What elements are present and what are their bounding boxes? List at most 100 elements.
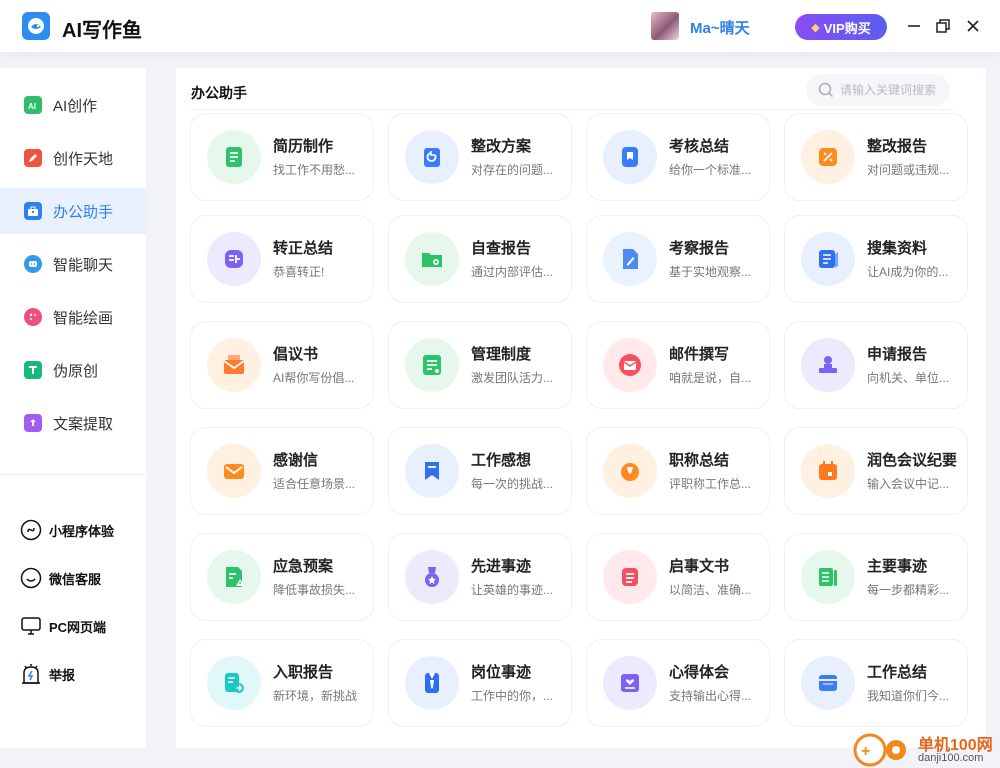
search-input[interactable] xyxy=(840,83,950,97)
notice-icon xyxy=(603,550,657,604)
tool-card-description: 激发团队活力... xyxy=(471,371,554,385)
sidebar-item-label: 伪原创 xyxy=(53,362,99,380)
tool-card[interactable]: 先进事迹 让英雄的事迹... xyxy=(388,533,572,621)
page-title: 办公助手 xyxy=(191,85,247,101)
mini-program-link[interactable]: 小程序体验 xyxy=(20,517,114,543)
main-deeds-icon xyxy=(801,550,855,604)
restore-icon xyxy=(936,19,950,33)
close-button[interactable] xyxy=(962,15,984,37)
proposal-icon xyxy=(207,338,261,392)
pc-web-link[interactable]: PC网页端 xyxy=(20,613,106,639)
assessment-icon xyxy=(603,130,657,184)
management-icon xyxy=(405,338,459,392)
tool-card[interactable]: 考核总结 给你一个标准... xyxy=(586,113,770,201)
tool-card[interactable]: 管理制度 激发团队活力... xyxy=(388,321,572,409)
tool-card[interactable]: 倡议书 AI帮你写份倡... xyxy=(190,321,374,409)
tool-card[interactable]: 自查报告 通过内部评估... xyxy=(388,215,572,303)
sidebar-item-label: AI创作 xyxy=(53,97,98,115)
sidebar-item-label: 办公助手 xyxy=(53,203,114,221)
sidebar-item-copy-extract[interactable]: 文案提取 xyxy=(0,400,146,446)
tool-card[interactable]: 心得体会支持输出心得... xyxy=(586,639,770,727)
tool-card[interactable]: 工作总结 我知道你们今... xyxy=(784,639,968,727)
tool-card-title: 搜集资料 xyxy=(867,240,928,257)
search-icon xyxy=(818,82,834,98)
tool-card[interactable]: 转正总结 恭喜转正! xyxy=(190,215,374,303)
sidebar-item-smart-chat[interactable]: 智能聊天 xyxy=(0,241,146,287)
tool-card-title: 整改报告 xyxy=(867,138,928,155)
experience-icon xyxy=(603,656,657,710)
report-link[interactable]: 举报 xyxy=(20,661,75,687)
collect-icon xyxy=(801,232,855,286)
tool-card[interactable]: 简历制作找工作不用愁... xyxy=(190,113,374,201)
tool-card-description: 让英雄的事迹... xyxy=(471,583,554,597)
monitor-icon xyxy=(20,615,42,637)
vip-purchase-label: VIP购买 xyxy=(823,20,871,36)
watermark: + 单机100网 danji100.com xyxy=(852,730,1000,768)
tool-card[interactable]: 职称总结 评职称工作总... xyxy=(586,427,770,515)
tool-card-title: 职称总结 xyxy=(669,452,730,469)
tool-card-description: 输入会议中记... xyxy=(867,477,950,491)
close-icon xyxy=(967,20,979,32)
application-icon xyxy=(801,338,855,392)
tool-card[interactable]: 岗位事迹 工作中的你，... xyxy=(388,639,572,727)
tool-card[interactable]: 感谢信 适合任意场景... xyxy=(190,427,374,515)
tool-card-title: 邮件撰写 xyxy=(669,346,730,363)
tool-card[interactable]: 润色会议纪要 输入会议中记... xyxy=(784,427,968,515)
email-icon xyxy=(603,338,657,392)
sidebar-item-creation-world[interactable]: 创作天地 xyxy=(0,135,146,181)
tool-card-title: 工作总结 xyxy=(867,664,928,681)
tool-card-description: 咱就是说，自... xyxy=(669,371,752,385)
title-summary-icon xyxy=(603,444,657,498)
tool-card-description: 支持输出心得... xyxy=(669,689,752,703)
tool-card-description: 以简洁、准确... xyxy=(669,583,752,597)
tool-card[interactable]: 考察报告 基于实地观察... xyxy=(586,215,770,303)
regularization-icon xyxy=(207,232,261,286)
tool-card-description: 基于实地观察... xyxy=(669,265,752,279)
report-icon xyxy=(20,663,42,685)
title-bar: AI写作鱼 Ma~晴天 ◆ VIP购买 xyxy=(0,0,1000,52)
advanced-deeds-icon xyxy=(405,550,459,604)
sidebar-item-office-assistant[interactable]: 办公助手 xyxy=(0,188,146,234)
tool-card-description: AI帮你写份倡... xyxy=(273,371,355,385)
tool-card[interactable]: 启事文书 以简洁、准确... xyxy=(586,533,770,621)
sidebar-item-pseudo-original[interactable]: 伪原创 xyxy=(0,347,146,393)
pen-icon xyxy=(24,149,42,167)
tool-card-title: 申请报告 xyxy=(867,346,928,363)
sidebar-item-ai-create[interactable]: AI AI创作 xyxy=(0,82,146,128)
tool-card-title: 应急预案 xyxy=(273,558,334,575)
app-logo-icon xyxy=(22,12,50,40)
minimize-icon xyxy=(908,25,920,27)
tool-card-description: 找工作不用愁... xyxy=(273,163,356,177)
resume-icon xyxy=(207,130,261,184)
wechat-service-link[interactable]: 微信客服 xyxy=(20,565,101,591)
tool-card-title: 主要事迹 xyxy=(867,558,928,575)
tool-card[interactable]: 整改报告 对问题或违规... xyxy=(784,113,968,201)
chat-icon xyxy=(24,255,42,273)
tool-card[interactable]: 应急预案 降低事故损失... xyxy=(190,533,374,621)
report-label: 举报 xyxy=(49,667,76,683)
rectify-plan-icon xyxy=(405,130,459,184)
tool-card[interactable]: 申请报告 向机关、单位... xyxy=(784,321,968,409)
avatar[interactable] xyxy=(651,12,679,40)
emergency-icon xyxy=(207,550,261,604)
minimize-button[interactable] xyxy=(903,15,925,37)
tool-card-title: 心得体会 xyxy=(669,664,730,681)
wechat-service-label: 微信客服 xyxy=(49,571,102,587)
tool-card[interactable]: 搜集资料 让AI成为你的... xyxy=(784,215,968,303)
work-thought-icon xyxy=(405,444,459,498)
username[interactable]: Ma~晴天 xyxy=(690,17,750,38)
tool-card-title: 简历制作 xyxy=(273,138,334,155)
search-box[interactable] xyxy=(806,74,950,106)
tool-card[interactable]: 入职报告 新环境，新挑战 xyxy=(190,639,374,727)
tool-card[interactable]: 主要事迹 每一步都精彩... xyxy=(784,533,968,621)
sidebar-item-label: 智能聊天 xyxy=(53,256,114,274)
tool-card[interactable]: 邮件撰写咱就是说，自... xyxy=(586,321,770,409)
vip-purchase-button[interactable]: ◆ VIP购买 xyxy=(795,14,887,40)
tool-card[interactable]: 工作感想 每一次的挑战... xyxy=(388,427,572,515)
tool-card[interactable]: 整改方案 对存在的问题... xyxy=(388,113,572,201)
sidebar-item-label: 文案提取 xyxy=(53,415,114,433)
tool-card-description: 每一次的挑战... xyxy=(471,477,554,491)
restore-button[interactable] xyxy=(932,15,954,37)
sidebar-item-smart-painting[interactable]: 智能绘画 xyxy=(0,294,146,340)
diamond-icon: ◆ xyxy=(811,21,820,34)
